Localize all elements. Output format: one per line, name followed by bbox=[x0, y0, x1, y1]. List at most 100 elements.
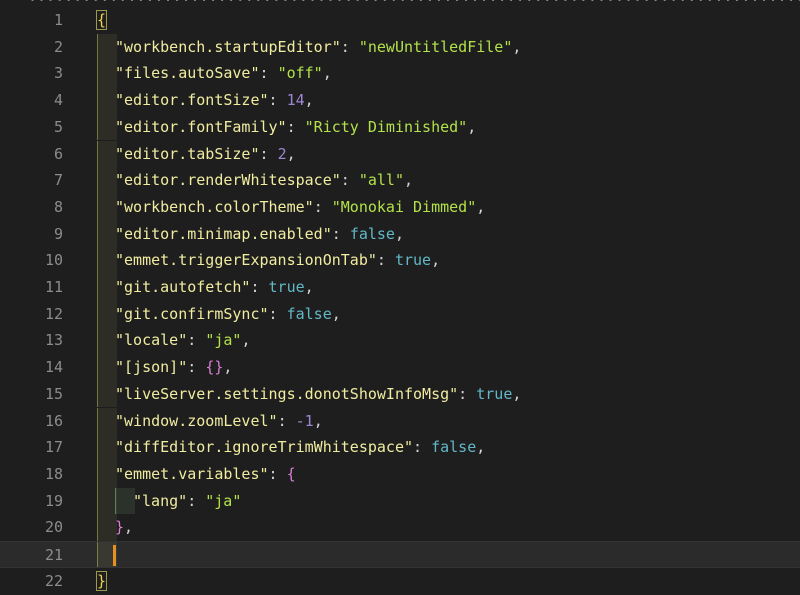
code-text: "editor.renderWhitespace": "all", bbox=[115, 167, 413, 194]
indent-guide bbox=[97, 193, 117, 221]
code-token: , bbox=[241, 331, 251, 350]
code-line[interactable]: 7 "editor.renderWhitespace": "all", bbox=[0, 167, 800, 194]
code-line[interactable]: 3 "files.autoSave": "off", bbox=[0, 60, 800, 88]
code-token: , bbox=[286, 144, 296, 163]
line-number: 17 bbox=[44, 438, 63, 457]
code-line[interactable]: 2 "workbench.startupEditor": "newUntitled… bbox=[0, 33, 800, 61]
code-token: : bbox=[259, 144, 278, 163]
indent-guide bbox=[97, 327, 117, 355]
code-token: "window.zoomLevel" bbox=[115, 411, 278, 430]
indent-guide bbox=[97, 514, 117, 541]
indent-guide bbox=[115, 487, 135, 515]
indent-guide bbox=[97, 247, 117, 274]
code-token: : bbox=[277, 411, 296, 430]
code-token: : bbox=[268, 304, 287, 323]
line-number: 21 bbox=[44, 546, 63, 564]
code-token: "ja" bbox=[205, 331, 242, 350]
code-text: "workbench.colorTheme": "Monokai Dimmed"… bbox=[115, 194, 485, 221]
code-token: { bbox=[95, 10, 108, 30]
code-line[interactable]: 16 "window.zoomLevel": -1, bbox=[0, 407, 800, 435]
code-line[interactable]: 1{ bbox=[0, 7, 800, 34]
line-number: 3 bbox=[53, 64, 63, 83]
code-line[interactable]: 8 "workbench.colorTheme": "Monokai Dimmed… bbox=[0, 193, 800, 221]
code-line[interactable]: 17 "diffEditor.ignoreTrimWhitespace": fal… bbox=[0, 434, 800, 461]
code-token: true bbox=[394, 251, 432, 270]
code-text: "emmet.variables": { bbox=[115, 461, 296, 488]
code-line[interactable]: 14 "[json]": {}, bbox=[0, 354, 800, 381]
line-number: 11 bbox=[44, 278, 63, 296]
code-token: "locale" bbox=[115, 331, 188, 350]
code-line[interactable]: 19 "lang": "ja" bbox=[0, 487, 800, 515]
code-line[interactable]: 13 "locale": "ja", bbox=[0, 327, 800, 355]
code-line[interactable]: 20}, bbox=[0, 514, 800, 541]
code-token: , bbox=[404, 171, 414, 190]
code-token: : bbox=[268, 464, 287, 483]
code-token: false bbox=[431, 438, 477, 457]
code-token: { bbox=[286, 464, 296, 483]
clipped-previous-line: ........................................… bbox=[28, 0, 800, 4]
code-token: : bbox=[187, 331, 206, 350]
code-line[interactable]: 18 "emmet.variables": { bbox=[0, 460, 800, 488]
code-token: , bbox=[512, 37, 522, 56]
line-number: 18 bbox=[44, 464, 63, 483]
code-token: false bbox=[286, 304, 332, 323]
code-token: "newUntitledFile" bbox=[358, 37, 513, 56]
code-text: "editor.minimap.enabled": false, bbox=[115, 221, 404, 248]
indent-guide bbox=[97, 33, 117, 61]
line-number: 15 bbox=[44, 384, 63, 403]
code-token: "editor.renderWhitespace" bbox=[115, 171, 341, 190]
line-number: 13 bbox=[44, 331, 63, 350]
code-token: : bbox=[340, 171, 359, 190]
line-number: 22 bbox=[44, 571, 63, 590]
code-token: , bbox=[476, 438, 486, 457]
line-number: 5 bbox=[53, 117, 63, 136]
code-token: , bbox=[476, 197, 486, 216]
code-line[interactable]: 6 "editor.tabSize": 2, bbox=[0, 140, 800, 168]
code-line[interactable]: 9 "editor.minimap.enabled": false, bbox=[0, 220, 800, 248]
code-token: , bbox=[394, 224, 404, 243]
code-token: "git.autofetch" bbox=[115, 278, 251, 296]
code-token: "workbench.startupEditor" bbox=[115, 37, 341, 56]
code-line[interactable]: 12 "git.confirmSync": false, bbox=[0, 300, 800, 328]
code-token: false bbox=[349, 224, 395, 243]
code-token: "files.autoSave" bbox=[115, 64, 260, 83]
indent-guide bbox=[97, 380, 117, 408]
code-text: "git.autofetch": true, bbox=[115, 274, 314, 301]
code-token: , bbox=[512, 384, 522, 403]
code-line[interactable]: 4 "editor.fontSize": 14, bbox=[0, 87, 800, 114]
line-number: 6 bbox=[53, 144, 63, 163]
indent-guide bbox=[97, 487, 117, 515]
code-token: 14 bbox=[286, 91, 305, 110]
code-text: } bbox=[95, 568, 108, 595]
code-text: { bbox=[95, 7, 108, 34]
code-token: "diffEditor.ignoreTrimWhitespace" bbox=[115, 438, 414, 457]
line-number: 19 bbox=[44, 491, 63, 510]
code-text: "workbench.startupEditor": "newUntitledF… bbox=[115, 34, 521, 61]
code-line[interactable]: 11 "git.autofetch": true, bbox=[0, 274, 800, 301]
code-text: "[json]": {}, bbox=[115, 354, 232, 381]
indent-guide bbox=[97, 460, 117, 488]
line-number: 12 bbox=[44, 304, 63, 323]
code-token: : bbox=[187, 491, 206, 510]
code-token: : bbox=[259, 64, 278, 83]
line-number: 9 bbox=[53, 224, 63, 243]
code-token: : bbox=[313, 197, 332, 216]
code-token: , bbox=[467, 117, 477, 136]
code-editor[interactable]: ........................................… bbox=[0, 0, 800, 595]
code-token: : bbox=[250, 278, 269, 296]
code-token: "emmet.triggerExpansionOnTab" bbox=[115, 251, 377, 270]
code-token: "Monokai Dimmed" bbox=[331, 197, 477, 216]
code-token: "editor.tabSize" bbox=[115, 144, 260, 163]
indent-guide bbox=[97, 354, 117, 381]
code-line[interactable]: 21 bbox=[0, 541, 800, 568]
code-line[interactable]: 5 "editor.fontFamily": "Ricty Diminished"… bbox=[0, 113, 800, 141]
code-line[interactable]: 15 "liveServer.settings.donotShowInfoMsg"… bbox=[0, 380, 800, 408]
code-token: , bbox=[304, 91, 314, 110]
code-line[interactable]: 10 "emmet.triggerExpansionOnTab": true, bbox=[0, 247, 800, 274]
code-text: "editor.tabSize": 2, bbox=[115, 141, 296, 168]
code-text: "liveServer.settings.donotShowInfoMsg": … bbox=[115, 381, 521, 408]
code-text: "diffEditor.ignoreTrimWhitespace": false… bbox=[115, 434, 485, 461]
code-line[interactable]: 22} bbox=[0, 568, 800, 595]
code-text: "locale": "ja", bbox=[115, 327, 250, 354]
code-text: "files.autoSave": "off", bbox=[115, 60, 332, 87]
